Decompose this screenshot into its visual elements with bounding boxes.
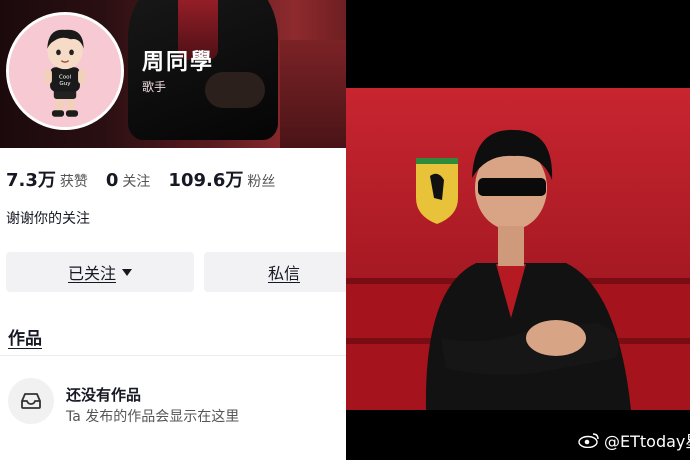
message-button[interactable]: 私信 (204, 252, 346, 292)
empty-state-title: 还没有作品 (66, 386, 142, 404)
artist-photo (346, 88, 690, 410)
followed-button[interactable]: 已关注 (6, 252, 194, 292)
profile-bio: 谢谢你的关注 (6, 211, 90, 227)
stat-likes-value: 7.3万 (6, 170, 56, 191)
cartoon-avatar-image: Cool Guy (9, 15, 121, 127)
tab-works[interactable]: 作品 (8, 324, 42, 349)
stat-followers-label: 粉丝 (247, 174, 276, 190)
stat-likes[interactable]: 7.3万 获赞 (6, 166, 88, 192)
empty-state-subtitle: Ta 发布的作品会显示在这里 (66, 409, 240, 425)
weibo-icon (578, 433, 599, 448)
profile-panel: Cool Guy 周同學 歌手 7.3万 获赞 0 关注 109.6万 粉丝 谢… (0, 0, 346, 460)
svg-text:Guy: Guy (59, 81, 71, 87)
followed-button-label: 已关注 (67, 264, 116, 283)
profile-name: 周同學 (142, 50, 215, 75)
stat-following-label: 关注 (122, 174, 151, 190)
message-button-label: 私信 (267, 264, 300, 283)
svg-text:Cool: Cool (59, 74, 72, 80)
tab-works-label: 作品 (8, 329, 42, 349)
avatar[interactable]: Cool Guy (6, 12, 124, 130)
profile-stats: 7.3万 获赞 0 关注 109.6万 粉丝 (6, 166, 293, 192)
stat-likes-label: 获赞 (59, 174, 88, 190)
watermark-text: @ETtoday星光雲官方微博 (604, 432, 690, 451)
inbox-icon (8, 378, 54, 424)
watermark: @ETtoday星光雲官方微博 (578, 428, 690, 452)
divider (0, 355, 346, 356)
stat-followers[interactable]: 109.6万 粉丝 (168, 166, 275, 192)
stat-following[interactable]: 0 关注 (106, 170, 151, 191)
stat-following-value: 0 (105, 170, 119, 191)
photo-panel: @ETtoday星光雲官方微博 (346, 0, 690, 460)
caret-down-icon (122, 268, 132, 276)
profile-role: 歌手 (142, 80, 167, 94)
stat-followers-value: 109.6万 (168, 170, 244, 191)
